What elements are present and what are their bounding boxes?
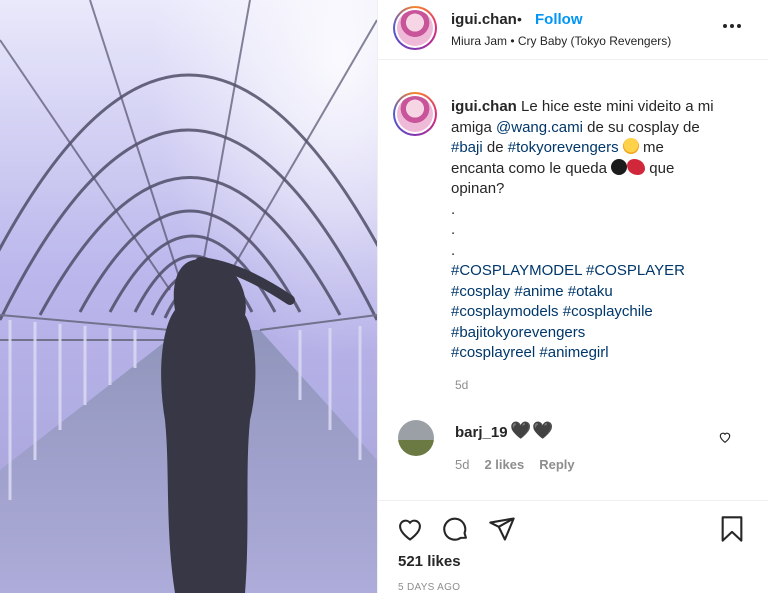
post-timestamp[interactable]: 5 DAYS AGO [398, 582, 460, 593]
comment-reply-button[interactable]: Reply [539, 457, 574, 472]
follow-button[interactable]: Follow [535, 11, 583, 28]
author-avatar[interactable] [393, 6, 437, 50]
post-actions-bar [378, 500, 768, 593]
share-icon[interactable] [488, 515, 516, 543]
post-details-panel: igui.chan • Follow Miura Jam • Cry Baby … [377, 0, 768, 593]
comment-username[interactable]: barj_19 [455, 424, 508, 441]
heart-emoji-icon [627, 158, 646, 175]
caption-dot: . [451, 221, 456, 238]
smile-emoji-icon [622, 138, 639, 154]
comment-heart-icon[interactable] [718, 430, 732, 444]
hashtag-line[interactable]: #COSPLAYMODEL #COSPLAYER [451, 261, 721, 282]
comment-icon[interactable] [442, 515, 470, 543]
post-video[interactable] [0, 0, 377, 593]
caption-author[interactable]: igui.chan [451, 98, 517, 115]
commenter-avatar[interactable] [398, 420, 434, 456]
mention-link[interactable]: @wang.cami [496, 119, 583, 136]
caption-dot: . [451, 241, 456, 259]
bookmark-icon[interactable] [718, 515, 746, 543]
caption-author-avatar[interactable] [393, 92, 437, 136]
comment-likes[interactable]: 2 likes [484, 457, 524, 472]
audio-track-link[interactable]: Miura Jam • Cry Baby (Tokyo Revengers) [451, 34, 671, 48]
black-circle-emoji-icon [611, 158, 628, 175]
separator-dot: • [517, 11, 522, 27]
likes-count[interactable]: 521 likes [398, 553, 461, 570]
caption-dot: . [451, 200, 456, 218]
comment-timestamp[interactable]: 5d [455, 457, 469, 472]
hashtag-line[interactable]: #bajitokyorevengers [451, 323, 721, 344]
comment-text: 🖤🖤 [510, 421, 555, 440]
hashtag-line[interactable]: #cosplayreel #animegirl [451, 343, 721, 364]
hashtag-link[interactable]: #tokyorevengers [508, 139, 619, 156]
post-header: igui.chan • Follow Miura Jam • Cry Baby … [378, 0, 768, 60]
caption-text: de [486, 139, 504, 156]
hashtag-line[interactable]: #cosplaymodels #cosplaychile [451, 302, 721, 323]
caption-timestamp[interactable]: 5d [455, 378, 468, 392]
hashtag-link[interactable]: #baji [451, 139, 483, 156]
post-caption: igui.chan Le hice este mini videito a mi… [451, 97, 721, 364]
author-username[interactable]: igui.chan [451, 11, 517, 28]
hashtag-line[interactable]: #cosplay #anime #otaku [451, 282, 721, 303]
tunnel-scene-image [0, 0, 377, 593]
heart-icon[interactable] [396, 515, 424, 543]
comment-meta: 5d 2 likes Reply [455, 457, 575, 472]
more-options-icon[interactable] [723, 20, 747, 32]
caption-text: de su cosplay de [587, 118, 700, 136]
